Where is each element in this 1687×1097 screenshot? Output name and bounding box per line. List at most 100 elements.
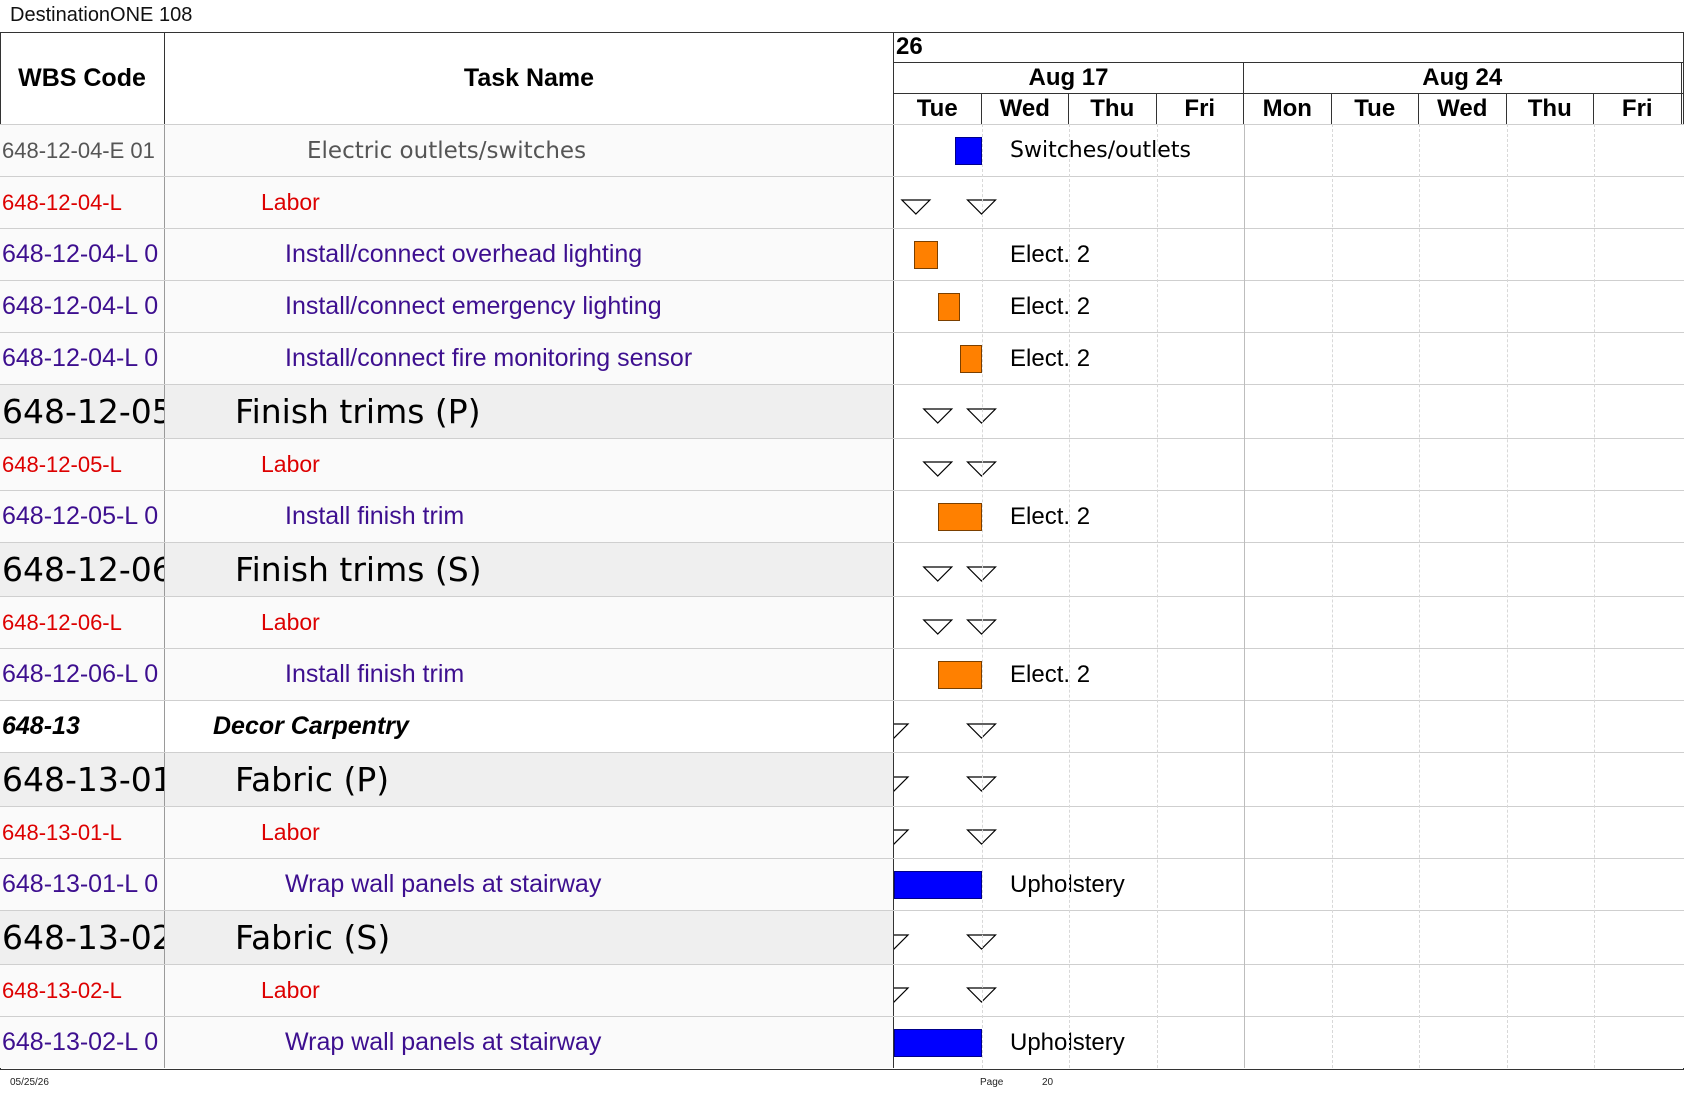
wbs-code: 648-12-05-L [0, 439, 165, 490]
task-row[interactable]: 648-13-01-L Labor [0, 806, 1684, 858]
footer-page-label: Page [980, 1077, 1004, 1088]
task-name: Fabric (S) [165, 911, 894, 964]
task-name: Wrap wall panels at stairway [165, 1017, 894, 1068]
task-name: Labor [165, 597, 894, 648]
task-name: Labor [165, 439, 894, 490]
task-name: Install/connect overhead lighting [165, 229, 894, 280]
wbs-code: 648-12-04-L [0, 177, 165, 228]
task-row[interactable]: 648-12-04-L 0 Install/connect fire monito… [0, 332, 1684, 384]
task-name: Labor [165, 965, 894, 1016]
summary-bar-markers [922, 461, 997, 477]
summary-bar-markers [922, 408, 997, 424]
blue-task-bar[interactable] [894, 1029, 982, 1057]
timeline-day-label: Fri [1157, 93, 1244, 124]
timeline-day-label: Mon [1244, 93, 1332, 124]
wbs-code: 648-13 [0, 701, 165, 752]
gantt-cell: Elect. 2 [894, 333, 1684, 384]
task-row[interactable]: 648-12-04-L Labor [0, 176, 1684, 228]
task-name: Fabric (P) [165, 753, 894, 806]
column-header-wbs[interactable]: WBS Code [0, 32, 165, 124]
task-row[interactable]: 648-13-02-L Labor [0, 964, 1684, 1016]
task-row[interactable]: 648-12-05 Finish trims (P) [0, 384, 1684, 438]
task-name: Labor [165, 177, 894, 228]
task-name: Install finish trim [165, 649, 894, 700]
task-name: Labor [165, 807, 894, 858]
wbs-code: 648-13-01 [0, 753, 165, 806]
gantt-cell [894, 177, 1684, 228]
gantt-cell [894, 965, 1684, 1016]
timeline-week-label: Aug 17 [894, 62, 1244, 93]
summary-start-marker [894, 776, 910, 792]
gantt-cell: Elect. 2 [894, 649, 1684, 700]
task-row[interactable]: 648-12-05-L Labor [0, 438, 1684, 490]
wbs-code: 648-12-04-E 01 [0, 125, 165, 176]
summary-bar-markers [922, 619, 997, 635]
summary-start-marker [922, 461, 954, 477]
task-row[interactable]: 648-12-05-L 0 Install finish trim Elect. 2 [0, 490, 1684, 542]
wbs-code: 648-12-06 [0, 543, 165, 596]
gantt-cell [894, 543, 1684, 596]
summary-start-marker [894, 829, 910, 845]
bar-resource-label: Elect. 2 [1010, 345, 1091, 372]
gantt-cell: Switches/outlets [894, 125, 1684, 176]
task-row[interactable]: 648-12-06-L Labor [0, 596, 1684, 648]
task-row[interactable]: 648-13 Decor Carpentry [0, 700, 1684, 752]
gantt-cell: Upholstery [894, 1017, 1684, 1068]
summary-bar-markers [894, 934, 997, 950]
gantt-cell [894, 701, 1684, 752]
summary-bar-markers [894, 987, 997, 1003]
task-row[interactable]: 648-12-06-L 0 Install finish trim Elect. 2 [0, 648, 1684, 700]
summary-bar-markers [900, 199, 997, 215]
timeline-day-label: Tue [1332, 93, 1419, 124]
gantt-cell [894, 385, 1684, 438]
gantt-cell [894, 807, 1684, 858]
bar-resource-label: Switches/outlets [1010, 138, 1191, 163]
gantt-cell [894, 911, 1684, 964]
gantt-day-gridline [1594, 124, 1595, 1068]
task-name: Decor Carpentry [165, 701, 894, 752]
wbs-code: 648-13-01-L [0, 807, 165, 858]
orange-task-bar[interactable] [937, 661, 982, 689]
timeline-day-label: Wed [982, 93, 1069, 124]
task-row[interactable]: 648-13-02-L 0 Wrap wall panels at stairwa… [0, 1016, 1684, 1068]
wbs-code: 648-12-06-L [0, 597, 165, 648]
task-name: Install/connect emergency lighting [165, 281, 894, 332]
gantt-cell [894, 439, 1684, 490]
task-row[interactable]: 648-12-04-E 01 Electric outlets/switches S… [0, 124, 1684, 176]
gantt-day-gridline [981, 124, 983, 1068]
orange-task-bar[interactable] [937, 293, 960, 321]
task-row[interactable]: 648-12-04-L 0 Install/connect overhead li… [0, 228, 1684, 280]
gantt-day-gridline [1069, 124, 1070, 1068]
bar-resource-label: Elect. 2 [1010, 661, 1091, 688]
task-row[interactable]: 648-13-01 Fabric (P) [0, 752, 1684, 806]
orange-task-bar[interactable] [914, 241, 938, 269]
orange-task-bar[interactable] [959, 345, 982, 373]
blue-task-bar[interactable] [955, 137, 982, 165]
task-name: Electric outlets/switches [165, 125, 894, 176]
summary-start-marker [894, 987, 910, 1003]
wbs-code: 648-12-04-L 0 [0, 281, 165, 332]
summary-bar-markers [922, 566, 997, 582]
blue-task-bar[interactable] [894, 871, 982, 899]
column-header-task-name[interactable]: Task Name [165, 32, 894, 124]
task-row[interactable]: 648-13-01-L 0 Wrap wall panels at stairwa… [0, 858, 1684, 910]
summary-bar-markers [894, 829, 997, 845]
summary-start-marker [922, 619, 954, 635]
wbs-code: 648-13-01-L 0 [0, 859, 165, 910]
wbs-code: 648-12-06-L 0 [0, 649, 165, 700]
gantt-cell [894, 597, 1684, 648]
gantt-cell: Elect. 2 [894, 281, 1684, 332]
task-row[interactable]: 648-12-04-L 0 Install/connect emergency l… [0, 280, 1684, 332]
task-name: Finish trims (P) [165, 385, 894, 438]
orange-task-bar[interactable] [937, 503, 982, 531]
task-row[interactable]: 648-13-02 Fabric (S) [0, 910, 1684, 964]
wbs-code: 648-12-04-L 0 [0, 333, 165, 384]
gantt-day-gridline [1506, 124, 1508, 1068]
gantt-cell: Elect. 2 [894, 229, 1684, 280]
timeline-prev-label: 26 [896, 33, 923, 60]
timeline-week-label: Aug 24 [1244, 62, 1682, 93]
timeline-header: 26 Aug 17 Aug 24 Tue Wed Thu Fri Mon Tue Wed Thu Fr… [894, 32, 1684, 124]
gantt-day-gridline [1156, 124, 1158, 1068]
gantt-day-gridline [1244, 124, 1245, 1068]
task-row[interactable]: 648-12-06 Finish trims (S) [0, 542, 1684, 596]
